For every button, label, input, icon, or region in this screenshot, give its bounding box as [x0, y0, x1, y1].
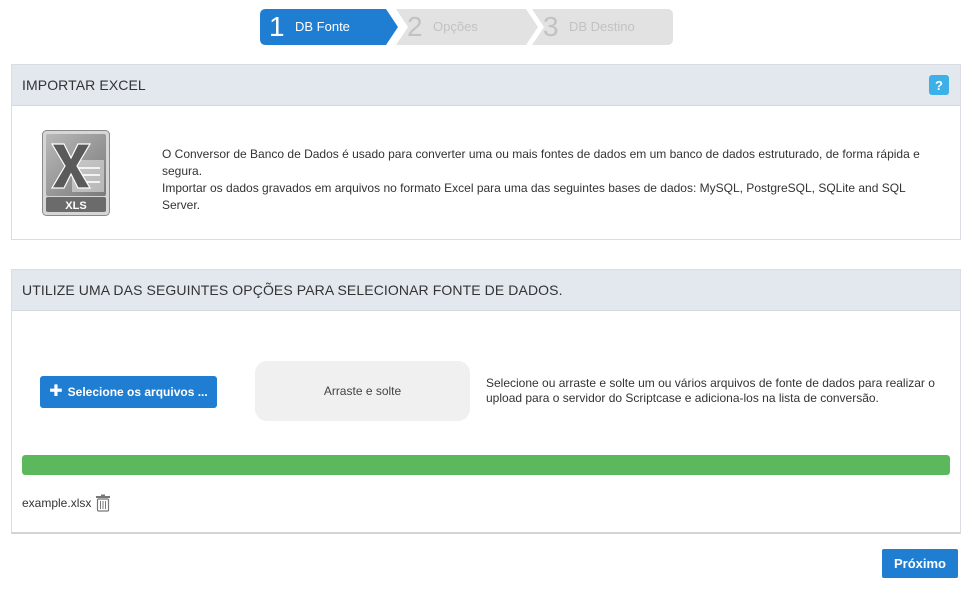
- step-label: DB Destino: [569, 19, 635, 34]
- description-line-1: O Conversor de Banco de Dados é usado pa…: [162, 147, 920, 178]
- panel-header: UTILIZE UMA DAS SEGUINTES OPÇÕES PARA SE…: [12, 270, 960, 311]
- wizard-steps: 1 DB Fonte 2 Opções 3 DB Destino: [260, 9, 673, 45]
- description-line-2: Importar os dados gravados em arquivos n…: [162, 181, 906, 212]
- step-number: 3: [543, 11, 559, 42]
- select-files-label: Selecione os arquivos ...: [67, 385, 208, 399]
- help-button[interactable]: ?: [929, 75, 949, 95]
- panel-description: O Conversor de Banco de Dados é usado pa…: [162, 146, 942, 214]
- drag-drop-zone[interactable]: Arraste e solte: [255, 361, 470, 421]
- step-number: 2: [407, 11, 423, 42]
- panel-title: UTILIZE UMA DAS SEGUINTES OPÇÕES PARA SE…: [22, 282, 563, 298]
- upload-progress-fill: [22, 455, 950, 475]
- wizard-step-opcoes[interactable]: 2 Opções: [396, 9, 538, 45]
- xls-icon-label: XLS: [65, 200, 86, 212]
- xls-file-icon: XLS: [42, 130, 110, 216]
- wizard-step-db-destino[interactable]: 3 DB Destino: [532, 9, 673, 45]
- wizard-step-db-fonte[interactable]: 1 DB Fonte: [260, 9, 398, 45]
- upload-help-text: Selecione ou arraste e solte um ou vário…: [486, 376, 935, 405]
- select-files-button[interactable]: ✚ Selecione os arquivos ...: [40, 376, 217, 408]
- import-excel-panel: IMPORTAR EXCEL ? XLS O Conversor de Banc…: [11, 64, 961, 240]
- step-label: Opções: [433, 19, 478, 34]
- plus-icon: ✚: [49, 383, 63, 400]
- upload-progress-bar: [22, 455, 950, 475]
- step-label: DB Fonte: [295, 19, 350, 34]
- trash-icon[interactable]: [95, 494, 111, 512]
- data-source-panel: UTILIZE UMA DAS SEGUINTES OPÇÕES PARA SE…: [11, 269, 961, 534]
- step-number: 1: [269, 11, 285, 42]
- next-button[interactable]: Próximo: [882, 549, 958, 578]
- panel-header: IMPORTAR EXCEL: [12, 65, 960, 106]
- dropzone-label: Arraste e solte: [323, 384, 402, 398]
- panel-title: IMPORTAR EXCEL: [22, 77, 146, 93]
- uploaded-file-item: example.xlsx: [22, 494, 111, 512]
- file-name: example.xlsx: [22, 496, 92, 510]
